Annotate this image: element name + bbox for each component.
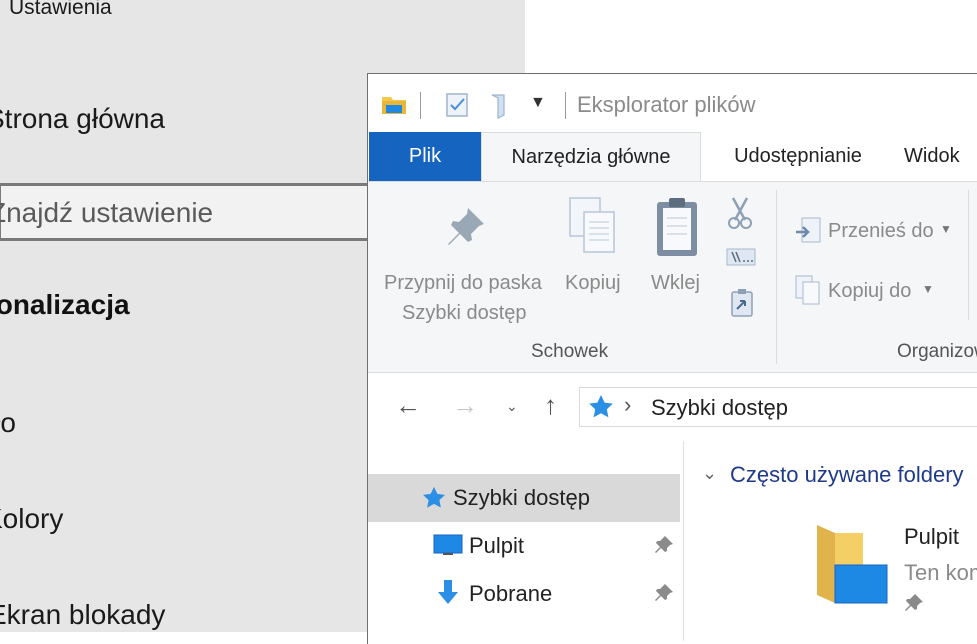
copy-icon	[568, 196, 620, 261]
quick-access-star-icon	[587, 393, 615, 426]
desktop-folder-icon	[813, 519, 893, 614]
clipboard-icon	[654, 196, 700, 263]
settings-home-link[interactable]: Strona główna	[0, 103, 165, 135]
window-title: Eksplorator plików	[577, 92, 756, 117]
paste-label: Wklej	[651, 272, 700, 294]
content-pane: ⌄ Często używane foldery Pulpit Ten komp…	[685, 441, 977, 641]
move-to-icon	[794, 216, 822, 251]
desktop-icon	[433, 533, 463, 562]
file-explorer-window: ▼ Eksplorator plików Plik Narzędzia głów…	[367, 73, 977, 644]
ribbon-panel: Przypnij do paska Szybki dostęp Kopiuj W…	[368, 181, 977, 373]
move-to-dropdown-icon: ▼	[940, 222, 952, 236]
copy-to-dropdown-icon: ▼	[922, 282, 934, 296]
pin-icon[interactable]	[654, 535, 674, 560]
tab-home[interactable]: Narzędzia główne	[481, 132, 701, 181]
properties-icon[interactable]	[445, 91, 471, 124]
address-bar-row: ← → ⌄ ↑ › Szybki dostęp	[368, 373, 977, 441]
tab-file[interactable]: Plik	[369, 132, 481, 181]
tab-view[interactable]: Widok	[904, 132, 977, 181]
pane-divider[interactable]	[683, 441, 684, 641]
copy-to-label: Kopiuj do	[828, 280, 912, 302]
up-arrow-icon[interactable]: ↑	[544, 390, 557, 421]
new-folder-icon[interactable]	[489, 91, 511, 124]
recent-locations-chevron-icon[interactable]: ⌄	[506, 398, 518, 415]
pin-icon[interactable]	[654, 583, 674, 608]
folder-location: Ten komputer	[904, 560, 977, 585]
settings-nav-background[interactable]: Tło	[0, 407, 16, 439]
tab-share[interactable]: Udostępnianie	[713, 132, 883, 181]
settings-search-input[interactable]: Znajdź ustawienie	[0, 197, 213, 229]
customize-quick-access-icon[interactable]: ▼	[530, 94, 546, 112]
breadcrumb-chevron-icon[interactable]: ›	[624, 392, 631, 418]
move-to-label: Przenieś do	[828, 220, 934, 242]
frequent-folders-header[interactable]: Często używane foldery	[730, 462, 964, 488]
nav-item-label: Szybki dostęp	[453, 485, 590, 510]
settings-section-title: Personalizacja	[0, 289, 130, 320]
nav-item-downloads[interactable]: Pobrane	[368, 570, 680, 618]
settings-nav-lock-screen[interactable]: Ekran blokady	[0, 599, 165, 631]
download-arrow-icon	[435, 579, 461, 612]
pin-icon	[444, 204, 488, 253]
pin-label-line1: Przypnij do paska	[384, 272, 542, 294]
back-arrow-icon[interactable]: ←	[395, 390, 421, 421]
clipboard-group-label: Schowek	[531, 341, 609, 362]
nav-item-desktop[interactable]: Pulpit	[368, 522, 680, 570]
collapse-chevron-icon[interactable]: ⌄	[702, 463, 717, 484]
organize-group-label: Organizowanie	[897, 341, 977, 362]
title-bar: ▼ Eksplorator plików	[368, 74, 977, 132]
nav-item-quick-access[interactable]: Szybki dostęp	[368, 474, 680, 522]
folder-name: Pulpit	[904, 524, 960, 549]
copy-path-icon[interactable]	[726, 248, 756, 271]
nav-item-label: Pobrane	[469, 581, 553, 606]
folder-app-icon	[380, 90, 408, 123]
breadcrumb-quick-access[interactable]: Szybki dostęp	[651, 395, 788, 421]
nav-item-label: Pulpit	[469, 533, 525, 558]
pin-icon	[904, 593, 924, 618]
copy-to-icon	[794, 274, 822, 311]
ribbon-tabs: Plik Narzędzia główne Udostępnianie Wido…	[368, 132, 977, 181]
paste-shortcut-icon[interactable]	[730, 288, 754, 323]
settings-nav-colors[interactable]: Kolory	[0, 503, 63, 535]
address-field[interactable]: › Szybki dostęp	[579, 387, 977, 427]
pin-label-line2: Szybki dostęp	[402, 302, 527, 324]
navigation-pane: Szybki dostęp Pulpit Pobrane	[368, 441, 684, 641]
copy-label: Kopiuj	[565, 272, 621, 294]
forward-arrow-icon[interactable]: →	[452, 390, 478, 421]
quick-access-star-icon	[421, 485, 447, 516]
cut-icon[interactable]	[727, 196, 753, 235]
settings-title: Ustawienia	[9, 0, 112, 19]
